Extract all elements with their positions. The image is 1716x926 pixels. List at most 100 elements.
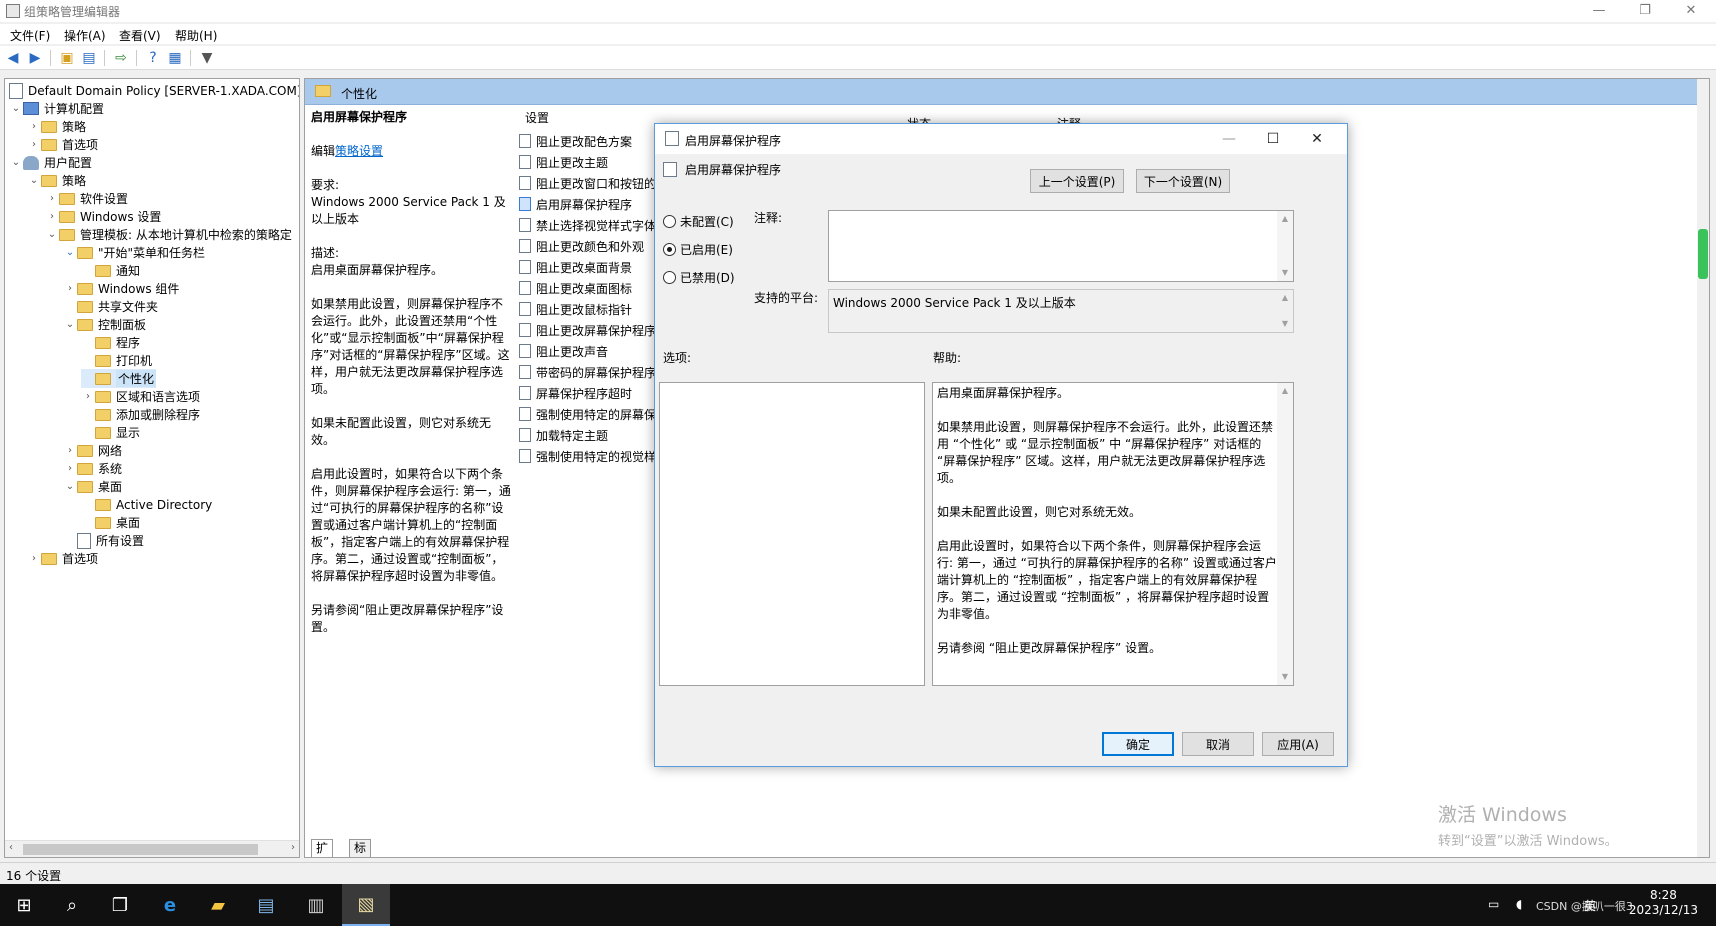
filter-icon[interactable]: ▼ [198, 49, 216, 67]
restore-button[interactable]: ❐ [1622, 0, 1668, 22]
expanded-arrow-icon[interactable]: ⌄ [9, 157, 23, 168]
tab-extended[interactable]: 扩展 [311, 839, 334, 857]
start-windows-icon[interactable]: ⊞ [0, 884, 48, 926]
setting-row[interactable]: 阻止更改窗口和按钮的 [519, 173, 656, 193]
scroll-left-icon[interactable]: ‹ [9, 842, 13, 853]
ok-button[interactable]: 确定 [1102, 732, 1174, 756]
expanded-arrow-icon[interactable]: ⌄ [9, 103, 23, 114]
file-explorer-icon[interactable]: ▰ [194, 884, 242, 926]
server-manager-icon[interactable]: ▤ [242, 884, 290, 926]
close-button[interactable]: ✕ [1668, 0, 1714, 22]
tree-node[interactable]: 桌面 [81, 513, 140, 532]
collapsed-arrow-icon[interactable]: › [63, 463, 77, 474]
policy-settings-link[interactable]: 策略设置 [335, 144, 383, 158]
minimize-button[interactable]: — [1576, 0, 1622, 22]
tree-node[interactable]: › 首选项 [27, 135, 98, 154]
properties-icon[interactable]: ▦ [166, 49, 184, 67]
radio-circle-checked[interactable] [663, 242, 676, 256]
column-header-setting[interactable]: 设置 [525, 109, 549, 127]
previous-setting-button[interactable]: 上一个设置(P) [1030, 169, 1124, 193]
export-list-icon[interactable]: ⇨ [112, 49, 130, 67]
comment-textarea[interactable]: ▲ ▼ [828, 210, 1294, 282]
tree-node[interactable]: › 网络 [63, 441, 122, 460]
expanded-arrow-icon[interactable]: ⌄ [27, 175, 41, 186]
setting-row[interactable]: 阻止更改声音 [519, 341, 608, 361]
scroll-up-icon[interactable]: ▲ [1277, 383, 1293, 399]
tree-node[interactable]: ⌄ 控制面板 [63, 315, 146, 334]
tree-node[interactable]: 程序 [81, 333, 140, 352]
menu-action[interactable]: 操作(A) [64, 27, 106, 44]
setting-row[interactable]: 带密码的屏幕保护程序 [519, 362, 656, 382]
tree-node[interactable]: ⌄ 管理模板: 从本地计算机中检索的策略定 [45, 225, 292, 244]
help-icon[interactable]: ? [144, 49, 162, 67]
clock[interactable]: 8:28 2023/12/13 [1629, 888, 1698, 918]
radio-not-configured[interactable]: 未配置(C) [663, 212, 734, 230]
scroll-down-icon[interactable]: ▼ [1277, 669, 1293, 685]
setting-row[interactable]: 阻止更改主题 [519, 152, 608, 172]
tree-node[interactable]: › 区域和语言选项 [81, 387, 200, 406]
tree-node[interactable]: › Windows 组件 [63, 279, 179, 298]
cancel-button[interactable]: 取消 [1182, 732, 1254, 756]
internet-explorer-icon[interactable]: e [146, 884, 194, 926]
collapsed-arrow-icon[interactable]: › [81, 391, 95, 402]
tree-node[interactable]: 通知 [81, 261, 140, 280]
dialog-close-button[interactable]: ✕ [1295, 124, 1339, 154]
expanded-arrow-icon[interactable]: ⌄ [63, 247, 77, 258]
panel-vertical-scrollbar[interactable] [1697, 79, 1709, 857]
setting-row[interactable]: 强制使用特定的视觉样 [519, 446, 656, 466]
dialog-minimize-button[interactable]: — [1207, 124, 1251, 154]
setting-row[interactable]: 强制使用特定的屏幕保 [519, 404, 656, 424]
forward-arrow-icon[interactable]: ▶ [26, 49, 44, 67]
tree-node[interactable]: ⌄ 桌面 [63, 477, 122, 496]
setting-row[interactable]: 阻止更改桌面背景 [519, 257, 632, 277]
radio-circle[interactable] [663, 270, 676, 284]
collapsed-arrow-icon[interactable]: › [63, 445, 77, 456]
setting-row[interactable]: 阻止更改颜色和外观 [519, 236, 644, 256]
scroll-thumb[interactable] [23, 844, 258, 855]
expanded-arrow-icon[interactable]: ⌄ [63, 319, 77, 330]
scroll-up-icon[interactable]: ▲ [1277, 211, 1293, 227]
collapsed-arrow-icon[interactable]: › [27, 121, 41, 132]
tree-node[interactable]: › 策略 [27, 117, 86, 136]
tree-node[interactable]: ⌄ 用户配置 [9, 153, 92, 172]
tree-node[interactable]: 所有设置 [63, 531, 144, 550]
setting-row[interactable]: 禁止选择视觉样式字体 [519, 215, 656, 235]
tree-node[interactable]: › 首选项 [27, 549, 98, 568]
tree-horizontal-scrollbar[interactable]: ‹ › [5, 840, 299, 857]
back-arrow-icon[interactable]: ◀ [4, 49, 22, 67]
tree-node[interactable]: Active Directory [81, 495, 212, 514]
tree-node[interactable]: 显示 [81, 423, 140, 442]
tree-node[interactable]: 添加或删除程序 [81, 405, 200, 424]
tree-node[interactable]: › Windows 设置 [45, 207, 161, 226]
tree-node[interactable]: ⌄ 计算机配置 [9, 99, 104, 118]
setting-row[interactable]: 阻止更改桌面图标 [519, 278, 632, 298]
setting-row[interactable]: 屏幕保护程序超时 [519, 383, 632, 403]
menu-view[interactable]: 查看(V) [119, 27, 161, 44]
setting-row[interactable]: 加载特定主题 [519, 425, 608, 445]
radio-circle[interactable] [663, 214, 676, 228]
notepad-icon[interactable]: ▥ [292, 884, 340, 926]
menu-file[interactable]: 文件(F) [10, 27, 50, 44]
apply-button[interactable]: 应用(A) [1262, 732, 1334, 756]
setting-row[interactable]: 阻止更改鼠标指针 [519, 299, 632, 319]
group-policy-editor-taskbar-icon[interactable]: ▧ [342, 884, 390, 926]
collapsed-arrow-icon[interactable]: › [45, 211, 59, 222]
network-icon[interactable]: ▭ [1488, 897, 1499, 911]
comment-scrollbar[interactable]: ▲ ▼ [1277, 211, 1293, 281]
tree-node[interactable]: 打印机 [81, 351, 152, 370]
setting-row[interactable]: 阻止更改屏幕保护程序 [519, 320, 656, 340]
radio-disabled[interactable]: 已禁用(D) [663, 268, 735, 286]
ime-indicator[interactable]: 英 [1584, 897, 1596, 914]
tree-node[interactable]: 共享文件夹 [63, 297, 158, 316]
next-setting-button[interactable]: 下一个设置(N) [1136, 169, 1230, 193]
volume-icon[interactable]: ◖ [1516, 897, 1522, 911]
collapsed-arrow-icon[interactable]: › [45, 193, 59, 204]
show-hide-tree-icon[interactable]: ▤ [80, 49, 98, 67]
task-view-icon[interactable]: ❐ [96, 884, 144, 926]
expanded-arrow-icon[interactable]: ⌄ [45, 229, 59, 240]
help-scrollbar[interactable]: ▲ ▼ [1277, 383, 1293, 685]
collapsed-arrow-icon[interactable]: › [27, 139, 41, 150]
tree-node-selected[interactable]: 个性化 [81, 369, 157, 388]
tree-node[interactable]: ⌄ "开始"菜单和任务栏 [63, 243, 205, 262]
tree-node[interactable]: › 系统 [63, 459, 122, 478]
